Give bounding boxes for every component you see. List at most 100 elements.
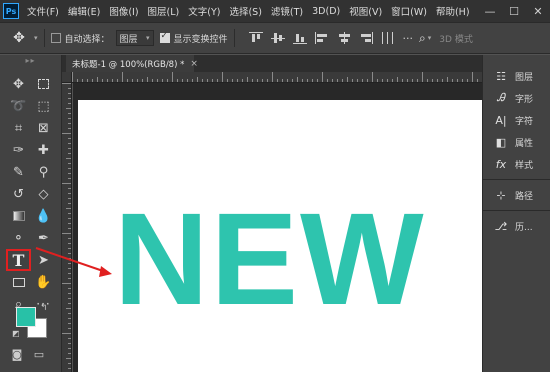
ruler-tick xyxy=(68,298,71,299)
align-vertical-center-icon[interactable] xyxy=(270,32,285,44)
divider xyxy=(483,210,550,211)
eraser-tool-icon[interactable]: ◇ xyxy=(31,183,56,205)
photoshop-logo-icon[interactable]: Ps xyxy=(3,3,19,19)
panel-label: 路径 xyxy=(515,191,534,202)
swap-colors-icon[interactable]: ↰ xyxy=(40,303,48,313)
ruler-tick xyxy=(66,358,71,359)
marquee-tool-icon[interactable] xyxy=(31,73,56,95)
panel-properties[interactable]: ◧ 属性 xyxy=(483,131,550,153)
panel-character[interactable]: A| 字符 xyxy=(483,109,550,131)
dodge-tool-icon[interactable]: ⚬ xyxy=(6,227,31,249)
search-icon[interactable]: ⌕ xyxy=(419,31,426,46)
eyedropper-tool-icon[interactable]: ✑ xyxy=(6,139,31,161)
ruler-origin[interactable] xyxy=(62,72,72,83)
path-selection-tool-icon[interactable]: ➤ xyxy=(31,249,56,271)
panel-history[interactable]: ⎇ 历... xyxy=(483,215,550,237)
clone-stamp-tool-icon[interactable]: ⚲ xyxy=(31,161,56,183)
menu-layer[interactable]: 图层(L) xyxy=(148,4,180,18)
canvas-text-layer[interactable]: NEW xyxy=(114,193,426,324)
menu-window[interactable]: 窗口(W) xyxy=(391,4,427,18)
menu-image[interactable]: 图像(I) xyxy=(109,4,138,18)
document-canvas[interactable]: NEW xyxy=(78,100,482,372)
hand-tool-icon[interactable]: ✋ xyxy=(31,271,56,293)
chevron-down-icon[interactable]: ▾ xyxy=(34,34,38,42)
align-top-icon[interactable] xyxy=(248,32,263,44)
horizontal-ruler[interactable] xyxy=(72,72,482,83)
history-brush-tool-icon[interactable]: ↺ xyxy=(6,183,31,205)
document-tab[interactable]: 未标题-1 @ 100%(RGB/8) * × xyxy=(66,55,198,72)
object-selection-tool-icon[interactable]: ⬚ xyxy=(31,95,56,117)
crop-tool-icon[interactable]: ⌗ xyxy=(6,117,31,139)
canvas-workspace[interactable]: NEW xyxy=(73,83,482,372)
ruler-tick xyxy=(68,318,71,319)
distribute-icon[interactable] xyxy=(381,32,395,44)
ruler-tick xyxy=(68,153,71,154)
menu-help[interactable]: 帮助(H) xyxy=(436,4,470,18)
menu-view[interactable]: 视图(V) xyxy=(349,4,382,18)
panel-paths[interactable]: ⊹ 路径 xyxy=(483,184,550,206)
align-right-icon[interactable] xyxy=(359,32,373,44)
panel-layers[interactable]: ☷ 图层 xyxy=(483,65,550,87)
ruler-tick xyxy=(192,79,193,82)
menu-select[interactable]: 选择(S) xyxy=(229,4,261,18)
ruler-tick xyxy=(68,228,71,229)
ruler-tick xyxy=(68,368,71,369)
ruler-tick xyxy=(66,208,71,209)
screen-mode-icon[interactable]: ▭ xyxy=(30,348,48,361)
ruler-tick xyxy=(68,313,71,314)
ruler-tick xyxy=(72,72,73,82)
ruler-tick xyxy=(262,79,263,82)
ruler-tick xyxy=(477,79,478,82)
chevron-down-icon[interactable]: ▾ xyxy=(428,34,432,42)
move-tool-icon[interactable]: ✥ xyxy=(6,73,31,95)
ruler-tick xyxy=(392,79,393,82)
rectangle-tool-icon[interactable] xyxy=(6,271,31,293)
ruler-tick xyxy=(167,79,168,82)
brush-tool-icon[interactable]: ✎ xyxy=(6,161,31,183)
ruler-tick xyxy=(372,72,373,82)
align-left-icon[interactable] xyxy=(314,32,329,44)
healing-brush-tool-icon[interactable]: ✚ xyxy=(31,139,56,161)
auto-select-target-dropdown[interactable]: 图层 ▾ xyxy=(115,30,154,46)
type-tool-icon[interactable]: T xyxy=(6,249,31,271)
ruler-tick xyxy=(122,72,123,82)
menu-filter[interactable]: 滤镜(T) xyxy=(271,4,303,18)
gradient-tool-icon[interactable] xyxy=(6,205,31,227)
align-horizontal-center-icon[interactable] xyxy=(337,32,351,44)
ruler-tick xyxy=(412,79,413,82)
more-options-icon[interactable]: ··· xyxy=(403,32,414,45)
close-tab-icon[interactable]: × xyxy=(190,59,198,69)
quick-mask-icon[interactable]: ◙ xyxy=(8,348,26,361)
panel-grip[interactable] xyxy=(483,55,550,65)
ruler-tick xyxy=(187,79,188,82)
ruler-tick xyxy=(162,79,163,82)
menu-3d[interactable]: 3D(D) xyxy=(312,6,340,17)
frame-tool-icon[interactable]: ⊠ xyxy=(31,117,56,139)
default-colors-icon[interactable]: ◩ xyxy=(12,329,20,338)
menu-type[interactable]: 文字(Y) xyxy=(188,4,220,18)
minimize-button[interactable]: — xyxy=(478,5,502,18)
ruler-tick xyxy=(237,79,238,82)
align-bottom-icon[interactable] xyxy=(292,32,307,44)
panel-glyphs[interactable]: Ꭿ 字形 xyxy=(483,87,550,109)
move-tool-preset-icon[interactable]: ✥ xyxy=(4,30,34,46)
close-button[interactable]: ✕ xyxy=(526,5,550,18)
maximize-button[interactable]: ☐ xyxy=(502,5,526,18)
vertical-ruler[interactable] xyxy=(62,83,72,372)
menu-file[interactable]: 文件(F) xyxy=(27,4,59,18)
panel-styles[interactable]: fx 样式 xyxy=(483,153,550,175)
blur-tool-icon[interactable]: 💧 xyxy=(31,205,56,227)
auto-select-checkbox[interactable] xyxy=(50,33,61,43)
ruler-tick xyxy=(66,258,71,259)
panel-grip[interactable]: ▸▸ xyxy=(0,55,61,65)
properties-icon: ◧ xyxy=(495,135,507,149)
pen-tool-icon[interactable]: ✒ xyxy=(31,227,56,249)
ruler-tick xyxy=(387,79,388,82)
ruler-tick xyxy=(68,178,71,179)
ruler-tick xyxy=(62,183,71,184)
foreground-color-swatch[interactable] xyxy=(16,307,36,327)
menu-edit[interactable]: 编辑(E) xyxy=(68,4,100,18)
ruler-tick xyxy=(62,133,71,134)
lasso-tool-icon[interactable]: ➰ xyxy=(6,95,31,117)
show-transform-checkbox[interactable] xyxy=(159,31,170,43)
